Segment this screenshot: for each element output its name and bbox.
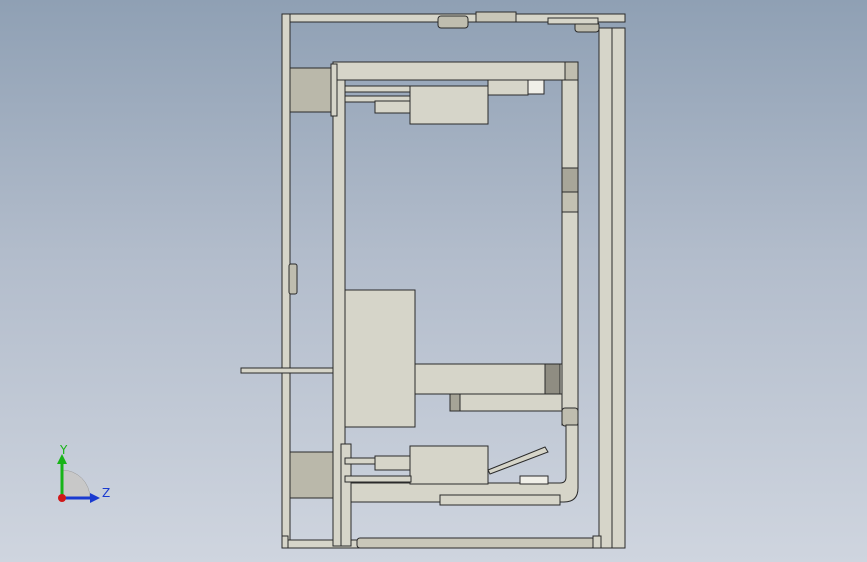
piston-bottom[interactable] (374, 455, 412, 471)
block-top[interactable] (409, 85, 489, 125)
bottom-bar[interactable] (356, 537, 596, 549)
arm-upper[interactable] (414, 363, 563, 395)
orientation-triad: Y Z (57, 443, 110, 503)
arm-lower[interactable] (449, 393, 563, 412)
cylinder-top[interactable] (289, 67, 334, 113)
shaft-pin[interactable] (240, 367, 334, 374)
assembly-model[interactable] (240, 11, 626, 549)
block-bottom[interactable] (409, 445, 489, 485)
piston-top[interactable] (374, 100, 412, 114)
x-axis-dot (58, 494, 66, 502)
cylinder-bottom[interactable] (289, 451, 334, 499)
z-axis-label: Z (102, 486, 110, 500)
inner-top-rail[interactable] (332, 61, 579, 81)
z-arrow-icon (90, 493, 100, 503)
top-nut-center[interactable] (475, 11, 517, 23)
center-box[interactable] (344, 289, 416, 428)
inner-right-wall[interactable] (561, 79, 579, 426)
triad-quadrant (61, 469, 91, 499)
top-nut-left[interactable] (437, 15, 469, 29)
y-axis-label: Y (59, 443, 68, 457)
model-viewport[interactable] (0, 0, 867, 562)
